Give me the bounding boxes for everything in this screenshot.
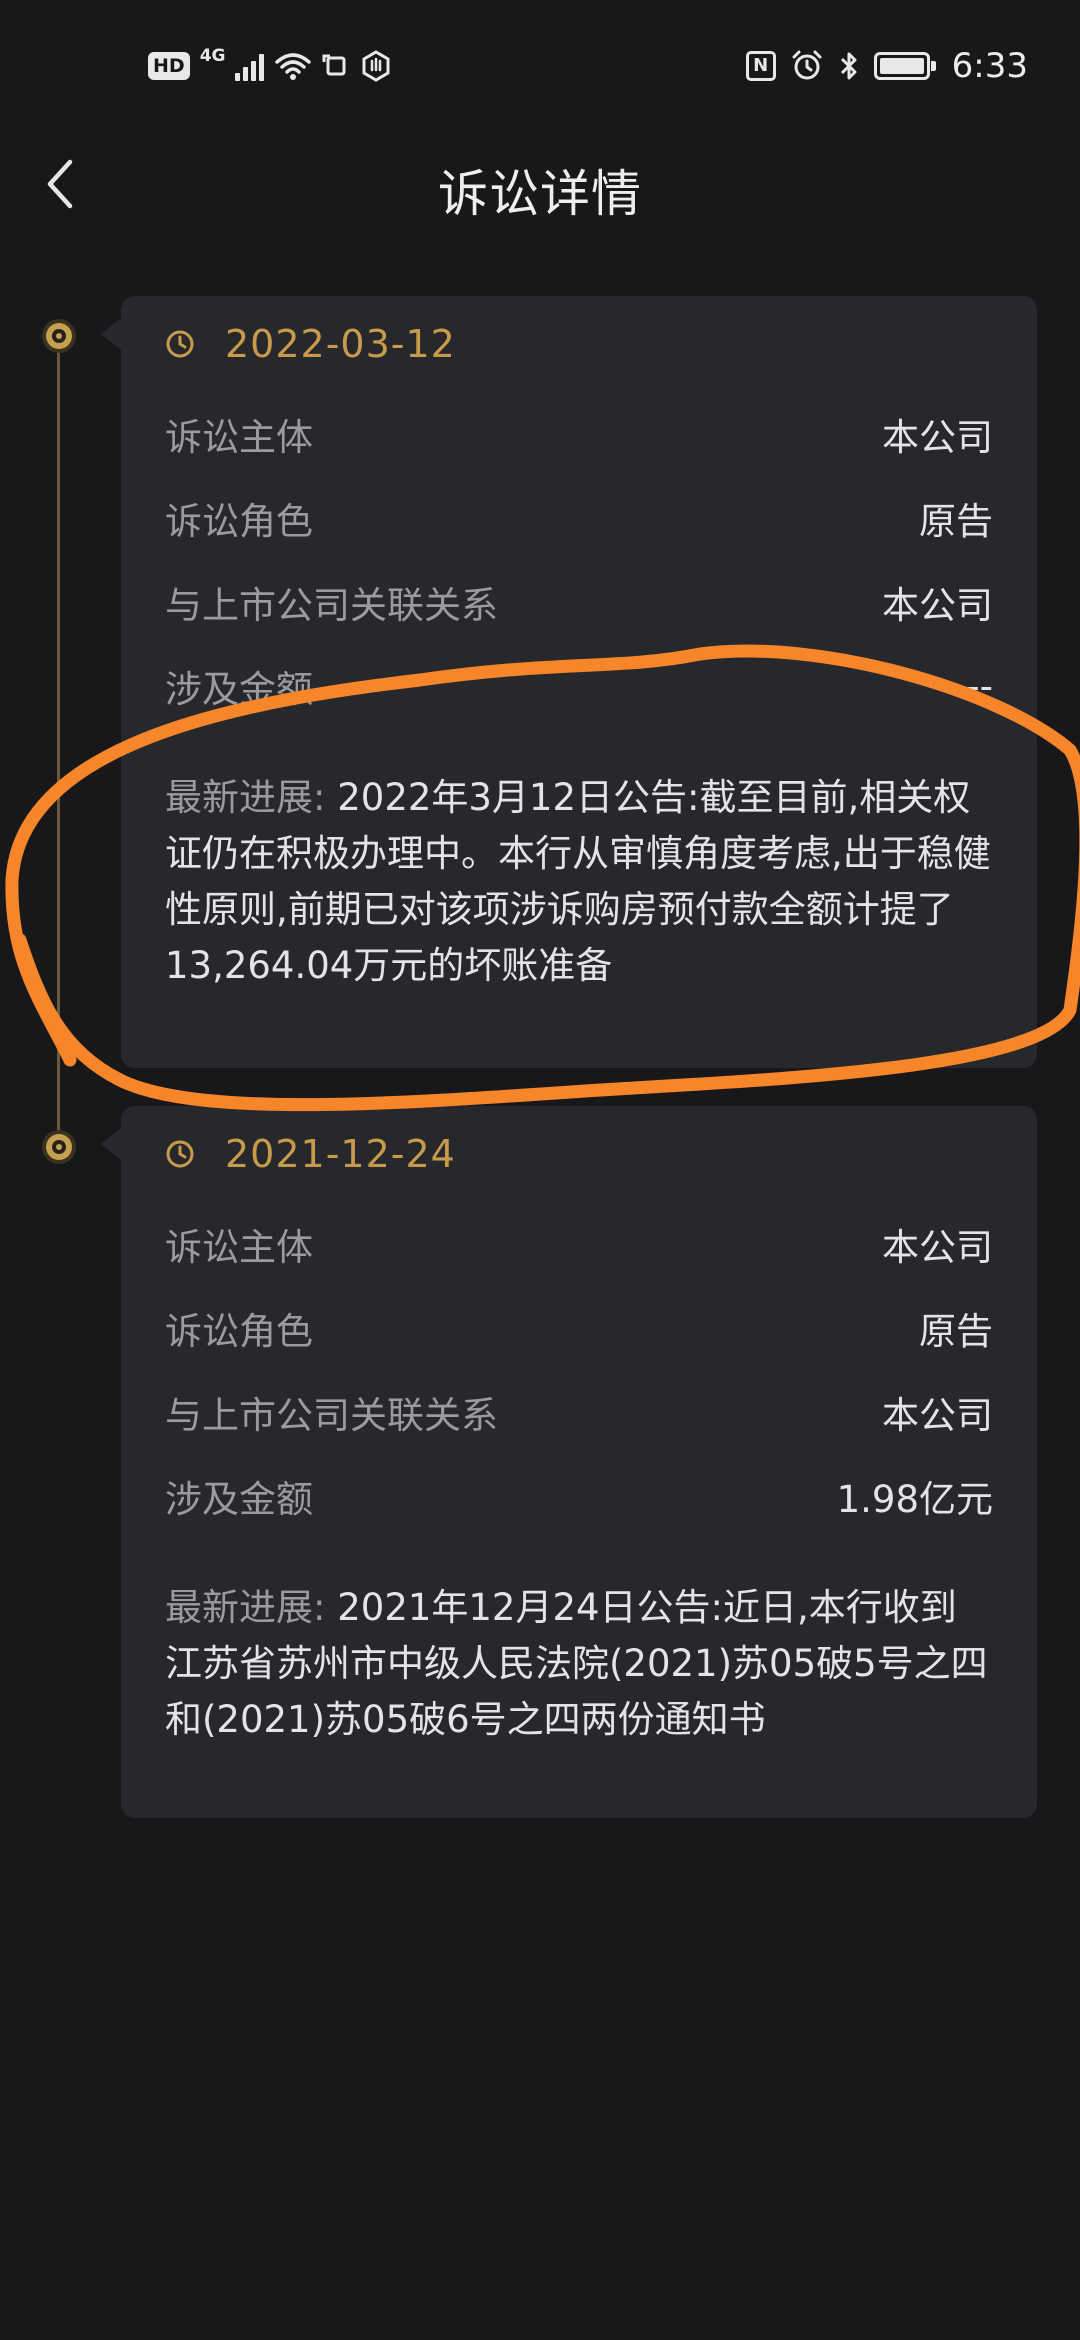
row-value: 原告	[919, 500, 993, 543]
detail-row: 与上市公司关联关系 本公司	[165, 1370, 993, 1454]
nfc-icon: N	[745, 51, 776, 81]
screen-rotate-icon	[322, 54, 346, 76]
timeline-line	[57, 336, 60, 1148]
wifi-icon	[275, 53, 312, 80]
clock-icon	[166, 330, 194, 358]
row-value: 本公司	[882, 584, 993, 627]
row-label: 涉及金额	[165, 668, 313, 711]
status-left: HD 4G	[148, 46, 392, 86]
detail-row: 与上市公司关联关系 本公司	[165, 560, 993, 644]
clock-time: 6:33	[951, 46, 1028, 86]
status-bar: HD 4G N 6:33	[0, 0, 1080, 130]
row-label: 与上市公司关联关系	[165, 1394, 498, 1437]
litigation-card: 2022-03-12 诉讼主体 本公司 诉讼角色 原告 与上市公司关联关系 本公…	[101, 296, 1037, 1068]
alarm-icon	[792, 50, 822, 80]
hand-stop-icon	[362, 50, 390, 82]
row-value: 原告	[919, 1310, 993, 1353]
row-value: 1.98亿元	[836, 1478, 993, 1521]
detail-row: 诉讼主体 本公司	[165, 1202, 993, 1286]
row-value: 本公司	[882, 1394, 993, 1437]
timeline-dot	[42, 319, 76, 353]
row-value: 本公司	[882, 1226, 993, 1269]
row-label: 与上市公司关联关系	[165, 584, 498, 627]
battery-icon	[873, 52, 936, 80]
detail-row: 涉及金额 1.98亿元	[165, 1454, 993, 1538]
timeline-dot	[42, 1130, 76, 1164]
top-bar: 诉讼详情	[0, 130, 1080, 240]
detail-row: 诉讼主体 本公司	[165, 392, 993, 476]
page-title: 诉讼详情	[438, 165, 642, 223]
litigation-card: 2021-12-24 诉讼主体 本公司 诉讼角色 原告 与上市公司关联关系 本公…	[101, 1106, 1037, 1818]
row-value: 本公司	[882, 416, 993, 459]
card-date: 2021-12-24	[225, 1132, 456, 1176]
signal-icon	[235, 51, 265, 81]
latest-progress: 最新进展: 2021年12月24日公告:近日,本行收到江苏省苏州市中级人民法院(…	[165, 1580, 993, 1794]
row-value: --	[966, 664, 993, 708]
detail-row: 诉讼角色 原告	[165, 476, 993, 560]
progress-label: 最新进展:	[165, 1586, 326, 1629]
hd-badge: HD	[148, 52, 190, 80]
row-label: 涉及金额	[165, 1478, 313, 1521]
card-date-row: 2021-12-24	[165, 1106, 993, 1202]
row-label: 诉讼角色	[165, 500, 313, 543]
network-type: 4G	[199, 46, 226, 66]
progress-label: 最新进展:	[165, 776, 326, 819]
detail-row: 涉及金额 --	[165, 644, 993, 728]
row-label: 诉讼主体	[165, 416, 313, 459]
row-label: 诉讼主体	[165, 1226, 313, 1269]
latest-progress: 最新进展: 2022年3月12日公告:截至目前,相关权证仍在积极办理中。本行从审…	[165, 770, 993, 1040]
clock-icon	[166, 1140, 194, 1168]
card-date-row: 2022-03-12	[165, 296, 993, 392]
bluetooth-icon	[840, 52, 857, 80]
status-right: N 6:33	[745, 46, 1028, 86]
row-label: 诉讼角色	[165, 1310, 313, 1353]
card-date: 2022-03-12	[225, 322, 456, 366]
detail-row: 诉讼角色 原告	[165, 1286, 993, 1370]
